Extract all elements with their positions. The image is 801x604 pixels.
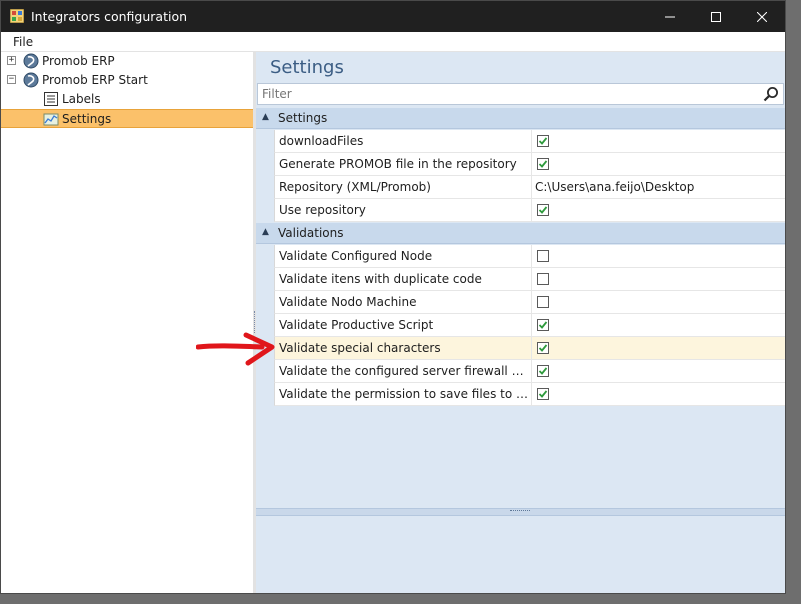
red-arrow-annotation-icon xyxy=(196,332,275,366)
prop-name: Validate the configured server firewall … xyxy=(279,364,529,378)
prop-row-use-repository[interactable]: Use repository xyxy=(274,199,785,222)
filter-input[interactable] xyxy=(262,86,752,102)
column-divider xyxy=(531,268,532,290)
collapse-category-icon[interactable]: ▲ xyxy=(262,112,269,122)
column-divider xyxy=(531,360,532,382)
prop-checkbox[interactable] xyxy=(537,365,549,377)
column-divider xyxy=(531,176,532,198)
checkmark-icon xyxy=(538,390,548,398)
checkmark-icon xyxy=(538,367,548,375)
prop-checkbox[interactable] xyxy=(537,135,549,147)
tree-label: Promob ERP xyxy=(42,54,115,68)
prop-row-validate-nodo-machine[interactable]: Validate Nodo Machine xyxy=(274,291,785,314)
column-divider xyxy=(531,245,532,267)
prop-checkbox[interactable] xyxy=(537,250,549,262)
prop-row-validate-productive-script[interactable]: Validate Productive Script xyxy=(274,314,785,337)
tree-label: Settings xyxy=(62,112,112,126)
labels-icon xyxy=(44,92,58,106)
column-divider xyxy=(531,383,532,405)
promob-erp-icon xyxy=(23,53,39,69)
prop-name: Validate itens with duplicate code xyxy=(279,272,482,286)
menu-file[interactable]: File xyxy=(13,35,33,49)
settings-chart-icon xyxy=(43,113,59,126)
prop-name: Validate Configured Node xyxy=(279,249,433,263)
title-bar[interactable]: Integrators configuration xyxy=(1,1,785,32)
category-validations[interactable]: ▲ Validations xyxy=(256,223,785,244)
prop-row-repository[interactable]: Repository (XML/Promob) C:\Users\ana.fei… xyxy=(274,176,785,199)
repository-path-value[interactable]: C:\Users\ana.feijo\Desktop xyxy=(535,180,694,194)
prop-name: Repository (XML/Promob) xyxy=(279,180,431,194)
panel-title: Settings xyxy=(270,57,344,78)
tree-node-promob-erp[interactable]: + Promob ERP xyxy=(1,52,253,71)
checkmark-icon xyxy=(538,344,548,352)
category-label: Settings xyxy=(278,111,328,125)
tree-label: Promob ERP Start xyxy=(42,73,148,87)
prop-checkbox[interactable] xyxy=(537,204,549,216)
prop-row-generate-promob-file[interactable]: Generate PROMOB file in the repository xyxy=(274,153,785,176)
prop-name: Validate Nodo Machine xyxy=(279,295,417,309)
prop-checkbox[interactable] xyxy=(537,319,549,331)
prop-name: Validate Productive Script xyxy=(279,318,434,332)
minimize-button[interactable] xyxy=(647,1,693,32)
app-window: Integrators configuration File + Promob … xyxy=(0,0,786,594)
promob-erp-start-icon xyxy=(23,72,39,88)
tree-view: + Promob ERP − Promob ERP Start Labels S… xyxy=(1,52,254,593)
prop-name: Generate PROMOB file in the repository xyxy=(279,157,517,171)
menu-bar: File xyxy=(1,32,785,52)
column-divider xyxy=(531,130,532,152)
prop-checkbox[interactable] xyxy=(537,158,549,170)
prop-name: downloadFiles xyxy=(279,134,364,148)
checkmark-icon xyxy=(538,321,548,329)
prop-checkbox[interactable] xyxy=(537,388,549,400)
column-divider xyxy=(531,291,532,313)
window-title: Integrators configuration xyxy=(31,9,188,24)
description-pane xyxy=(256,516,785,593)
checkmark-icon xyxy=(538,206,548,214)
maximize-icon xyxy=(711,11,721,22)
prop-row-validate-special-characters[interactable]: Validate special characters xyxy=(274,337,785,360)
prop-checkbox[interactable] xyxy=(537,342,549,354)
tree-label: Labels xyxy=(62,92,101,106)
filter-box xyxy=(257,83,784,105)
close-icon xyxy=(757,11,767,22)
settings-panel: Settings ▲ Settings downloadFiles xyxy=(256,52,785,593)
minimize-icon xyxy=(665,16,675,17)
prop-row-validate-firewall-port[interactable]: Validate the configured server firewall … xyxy=(274,360,785,383)
prop-row-validate-save-permission[interactable]: Validate the permission to save files to… xyxy=(274,383,785,406)
prop-checkbox[interactable] xyxy=(537,273,549,285)
search-icon[interactable] xyxy=(763,86,779,102)
maximize-button[interactable] xyxy=(693,1,739,32)
checkmark-icon xyxy=(538,137,548,145)
checkmark-icon xyxy=(538,160,548,168)
prop-row-download-files[interactable]: downloadFiles xyxy=(274,130,785,153)
app-icon xyxy=(10,9,24,23)
column-divider xyxy=(531,153,532,175)
description-splitter[interactable] xyxy=(256,508,785,516)
column-divider xyxy=(531,337,532,359)
collapse-icon[interactable]: − xyxy=(7,75,16,84)
prop-name: Validate the permission to save files to… xyxy=(279,387,529,401)
splitter-grip-icon xyxy=(510,510,530,514)
tree-node-promob-erp-start[interactable]: − Promob ERP Start xyxy=(1,71,253,90)
category-settings[interactable]: ▲ Settings xyxy=(256,108,785,129)
prop-checkbox[interactable] xyxy=(537,296,549,308)
prop-row-validate-configured-node[interactable]: Validate Configured Node xyxy=(274,245,785,268)
tree-node-settings[interactable]: Settings xyxy=(1,109,253,128)
close-button[interactable] xyxy=(739,1,785,32)
prop-row-validate-duplicate-code[interactable]: Validate itens with duplicate code xyxy=(274,268,785,291)
prop-name: Use repository xyxy=(279,203,366,217)
category-label: Validations xyxy=(278,226,344,240)
prop-name: Validate special characters xyxy=(279,341,441,355)
expand-icon[interactable]: + xyxy=(7,56,16,65)
column-divider xyxy=(531,314,532,336)
collapse-category-icon[interactable]: ▲ xyxy=(262,227,269,237)
column-divider xyxy=(531,199,532,221)
tree-node-labels[interactable]: Labels xyxy=(1,90,253,109)
